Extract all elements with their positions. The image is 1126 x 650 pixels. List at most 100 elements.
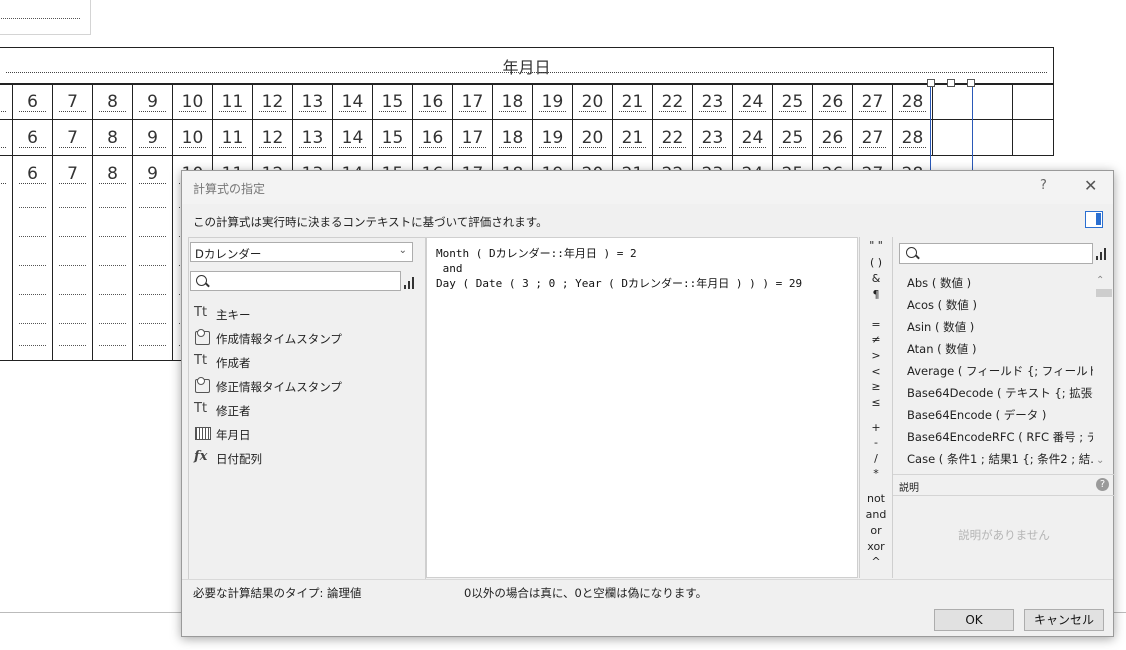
day-number: 17 (461, 92, 484, 112)
close-icon[interactable]: ✕ (1084, 176, 1097, 195)
function-list-item[interactable]: Average ( フィールド {; フィールド...} ) (901, 363, 1093, 385)
field-name: 主キー (216, 308, 251, 322)
operator-button[interactable]: = (860, 318, 892, 331)
function-list-item[interactable]: Base64Encode ( データ ) (901, 407, 1093, 429)
calendar-day-cell: 7 (52, 83, 92, 119)
day-number: 27 (861, 128, 884, 148)
calendar-day-cell: 21 (612, 119, 652, 155)
operator-button[interactable]: / (860, 452, 892, 465)
day-number: 16 (421, 92, 444, 112)
function-search-input[interactable] (899, 243, 1093, 264)
day-number: 13 (301, 128, 324, 148)
operator-button[interactable]: ≥ (860, 380, 892, 393)
function-list-item[interactable]: Acos ( 数値 ) (901, 297, 1093, 319)
toggle-function-panel-button[interactable] (1085, 211, 1103, 228)
field-name: 作成者 (216, 356, 251, 370)
calendar-day-cell: 13 (292, 83, 332, 119)
field-search-input[interactable] (190, 271, 401, 291)
day-number: 21 (621, 92, 644, 112)
function-list-item[interactable]: Case ( 条件1 ; 結果1 {; 条件2 ; 結... (901, 451, 1093, 473)
day-number: 28 (901, 92, 924, 112)
calendar-cell (0, 155, 12, 360)
sort-icon[interactable] (1096, 246, 1110, 260)
operator-button[interactable]: + (860, 421, 892, 434)
calendar-day-cell: 22 (652, 119, 692, 155)
calendar-day-cell: 7 (52, 155, 92, 360)
calendar-empty-cell (1012, 119, 1052, 155)
calendar-day-cell: 25 (772, 119, 812, 155)
operator-button[interactable]: and (860, 508, 892, 521)
operator-button[interactable]: or (860, 524, 892, 537)
day-number: 8 (107, 92, 118, 112)
operator-button[interactable]: " " (860, 239, 892, 252)
day-number: 20 (581, 92, 604, 112)
operator-button[interactable]: ≠ (860, 333, 892, 346)
function-list-item[interactable]: Base64EncodeRFC ( RFC 番号 ; デ... (901, 429, 1093, 451)
operator-palette: " " ( ) & ¶ = ≠ > < ≥ ≤ + - / * not and or xor ^ (859, 237, 893, 578)
calendar-day-cell: 17 (452, 83, 492, 119)
operator-button[interactable]: * (860, 467, 892, 480)
field-name: 年月日 (216, 428, 251, 442)
sort-icon[interactable] (404, 275, 418, 289)
calendar-day-cell: 17 (452, 119, 492, 155)
day-number: 26 (821, 92, 844, 112)
day-number: 18 (501, 128, 524, 148)
fields-panel: Dカレンダー ⌄ Tt 主キー 作成情報タイムスタンプ Tt 作成者 修正情報タイムスタン… (188, 237, 426, 580)
help-icon[interactable]: ? (1096, 478, 1109, 491)
operator-button[interactable]: < (860, 365, 892, 378)
operator-button[interactable]: ( ) (860, 256, 892, 269)
function-list-item[interactable]: Base64Decode ( テキスト {; 拡張子... (901, 385, 1093, 407)
day-number: 23 (701, 92, 724, 112)
calendar-day-cell: 6 (12, 155, 52, 360)
day-number: 10 (181, 128, 204, 148)
calendar-day-cell: 19 (532, 119, 572, 155)
operator-button[interactable]: - (860, 436, 892, 449)
calendar-day-cell: 6 (12, 119, 52, 155)
day-number: 7 (67, 164, 78, 184)
calendar-day-cell: 28 (892, 83, 932, 119)
scroll-up-icon[interactable]: ⌃ (1096, 275, 1104, 286)
day-number: 22 (661, 92, 684, 112)
day-number: 16 (421, 128, 444, 148)
function-list-item[interactable]: Asin ( 数値 ) (901, 319, 1093, 341)
day-number: 6 (27, 128, 38, 148)
calendar-day-cell: 13 (292, 119, 332, 155)
scroll-down-icon[interactable]: ⌄ (1096, 455, 1104, 466)
resize-handle[interactable] (947, 79, 955, 87)
operator-button[interactable]: xor (860, 540, 892, 553)
layout-part-boundary (1114, 612, 1126, 613)
help-button[interactable]: ? (1040, 178, 1047, 193)
function-list-item[interactable]: Atan ( 数値 ) (901, 341, 1093, 363)
operator-button[interactable]: ^ (860, 555, 892, 568)
scrollbar-thumb[interactable] (1096, 289, 1112, 297)
field-underline (0, 18, 80, 19)
panel-icon (1096, 213, 1101, 225)
selected-object-outline[interactable] (930, 82, 973, 182)
day-number: 8 (107, 128, 118, 148)
dialog-titlebar: 計算式の指定 ? ✕ (182, 171, 1113, 204)
resize-handle[interactable] (967, 79, 975, 87)
formula-editor[interactable]: Month ( Dカレンダー::年月日 ) = 2 and Day ( Date… (426, 237, 858, 578)
operator-button[interactable]: ≤ (860, 396, 892, 409)
function-list-item[interactable]: Abs ( 数値 ) (901, 275, 1093, 297)
operator-button[interactable]: not (860, 492, 892, 505)
cancel-button[interactable]: キャンセル (1024, 609, 1104, 631)
day-number: 11 (221, 128, 244, 148)
context-table-select[interactable]: Dカレンダー ⌄ (190, 242, 413, 262)
calendar-day-cell: 27 (852, 119, 892, 155)
calendar-day-cell: 10 (172, 119, 212, 155)
operator-button[interactable]: ¶ (860, 288, 892, 301)
description-label: 説明 (899, 483, 919, 494)
resize-handle[interactable] (927, 79, 935, 87)
operator-button[interactable]: & (860, 272, 892, 285)
calendar-day-cell: 9 (132, 155, 172, 360)
operator-button[interactable]: > (860, 349, 892, 362)
calendar-day-cell: 9 (132, 119, 172, 155)
day-number: 14 (341, 128, 364, 148)
calendar-title-underline (6, 72, 1047, 73)
formula-text[interactable]: Month ( Dカレンダー::年月日 ) = 2 and Day ( Date… (436, 246, 802, 291)
day-number: 14 (341, 92, 364, 112)
calendar-day-cell: 12 (252, 83, 292, 119)
text-field-icon: Tt (194, 353, 208, 368)
ok-button[interactable]: OK (934, 609, 1014, 631)
